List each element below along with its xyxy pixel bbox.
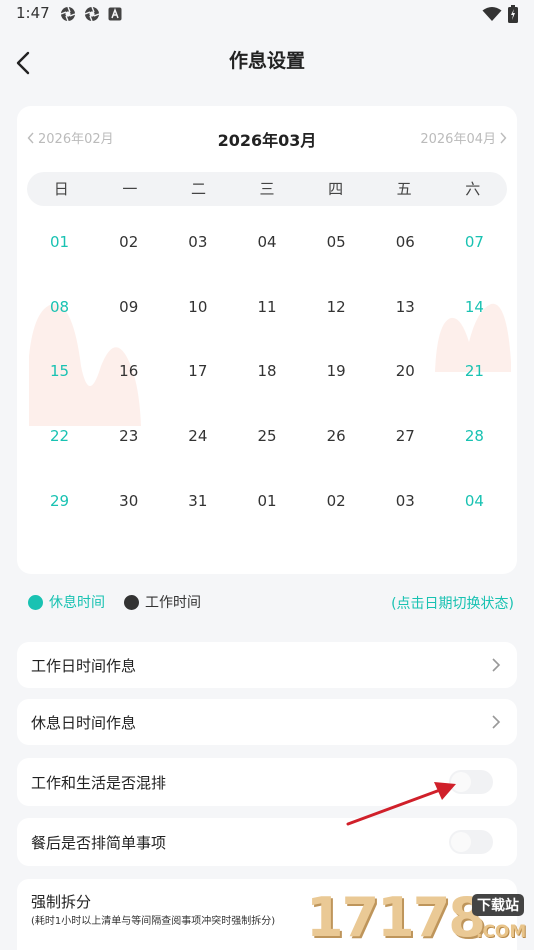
calendar-day[interactable]: 09 [94,298,163,316]
calendar-day[interactable]: 18 [232,362,301,380]
calendar-day[interactable]: 23 [94,427,163,445]
calendar-day[interactable]: 24 [163,427,232,445]
weekday-label: 六 [465,180,481,198]
legend-rest-label: 休息时间 [49,595,105,611]
calendar-day[interactable]: 06 [371,233,440,251]
chevron-right-icon [492,715,501,729]
weekday-label: 三 [259,180,275,198]
month-navigator: 2026年02月 2026年03月 2026年04月 [17,128,517,152]
watermark-badge: 下载站 [472,894,524,916]
week-row: 15 16 17 18 19 20 21 [25,339,509,404]
calendar-day[interactable]: 03 [163,233,232,251]
calendar-day[interactable]: 11 [232,298,301,316]
calendar-day[interactable]: 19 [302,362,371,380]
a-box-icon [108,7,122,21]
calendar-day[interactable]: 02 [94,233,163,251]
week-row: 22 23 24 25 26 27 28 [25,404,509,469]
calendar-day[interactable]: 08 [25,298,94,316]
calendar-day[interactable]: 20 [371,362,440,380]
status-time: 1:47 [16,4,50,22]
annotation-arrow-icon [346,782,456,826]
workday-schedule-label: 工作日时间作息 [31,657,137,675]
legend-hint: (点击日期切换状态) [391,596,514,612]
work-dot-icon [124,594,139,610]
after-meal-simple-label: 餐后是否排简单事项 [31,834,167,852]
legend: 休息时间 工作时间 (点击日期切换状态) [28,592,514,614]
calendar-day[interactable]: 04 [232,233,301,251]
calendar-day[interactable]: 17 [163,362,232,380]
calendar-day[interactable]: 07 [440,233,509,251]
restday-schedule-row[interactable]: 休息日时间作息 [17,699,517,745]
weekday-label: 五 [396,180,412,198]
date-grid: 01 02 03 04 05 06 07 08 09 10 11 12 13 1… [25,210,509,533]
weekday-label: 二 [190,180,206,198]
aperture-icon [84,6,100,22]
calendar-day[interactable]: 02 [302,492,371,510]
calendar-day[interactable]: 27 [371,427,440,445]
calendar-day[interactable]: 12 [302,298,371,316]
calendar-day[interactable]: 04 [440,492,509,510]
next-month-button[interactable]: 2026年04月 [420,128,507,147]
weekday-label: 一 [122,180,138,198]
calendar-day[interactable]: 22 [25,427,94,445]
mix-work-life-label: 工作和生活是否混排 [31,774,167,792]
calendar-day[interactable]: 14 [440,298,509,316]
weekday-header: 日 一 二 三 四 五 六 [27,172,507,206]
restday-schedule-label: 休息日时间作息 [31,714,137,732]
force-split-description: (耗时1小时以上清单与等间隔查阅事项冲突时强制拆分) [31,916,276,927]
next-month-label: 2026年04月 [420,132,496,147]
calendar-day[interactable]: 13 [371,298,440,316]
force-split-label: 强制拆分 [31,893,92,911]
chevron-right-icon [492,658,501,672]
rest-dot-icon [28,594,43,610]
weekday-label: 四 [328,180,344,198]
calendar-day[interactable]: 28 [440,427,509,445]
calendar-day[interactable]: 03 [371,492,440,510]
calendar-day[interactable]: 01 [25,233,94,251]
calendar-card: 2026年02月 2026年03月 2026年04月 日 一 二 三 四 五 六… [17,106,517,574]
nav-bar: 作息设置 [0,36,534,86]
watermark-domain: .COM [476,922,527,942]
calendar-day[interactable]: 16 [94,362,163,380]
wifi-icon [482,7,502,21]
weekday-label: 日 [53,180,69,198]
calendar-day[interactable]: 31 [163,492,232,510]
aperture-icon [60,6,76,22]
calendar-day[interactable]: 25 [232,427,301,445]
calendar-day[interactable]: 26 [302,427,371,445]
page-title: 作息设置 [228,50,305,72]
legend-rest: 休息时间 [28,592,105,612]
after-meal-simple-toggle[interactable] [449,830,493,854]
calendar-day[interactable]: 01 [232,492,301,510]
calendar-day[interactable]: 15 [25,362,94,380]
legend-work: 工作时间 [124,592,201,612]
week-row: 29 30 31 01 02 03 04 [25,468,509,533]
calendar-day[interactable]: 29 [25,492,94,510]
watermark-logo: 17178 下载站 .COM [306,886,534,950]
calendar-day[interactable]: 30 [94,492,163,510]
week-row: 08 09 10 11 12 13 14 [25,275,509,340]
chevron-right-icon [500,132,507,143]
toggle-knob [451,832,471,852]
calendar-day[interactable]: 21 [440,362,509,380]
battery-charging-icon [508,5,518,23]
calendar-day[interactable]: 10 [163,298,232,316]
week-row: 01 02 03 04 05 06 07 [25,210,509,275]
watermark-number: 17178 [306,886,486,949]
legend-work-label: 工作时间 [145,595,201,611]
status-bar: 1:47 [0,0,534,28]
calendar-day[interactable]: 05 [302,233,371,251]
workday-schedule-row[interactable]: 工作日时间作息 [17,642,517,688]
